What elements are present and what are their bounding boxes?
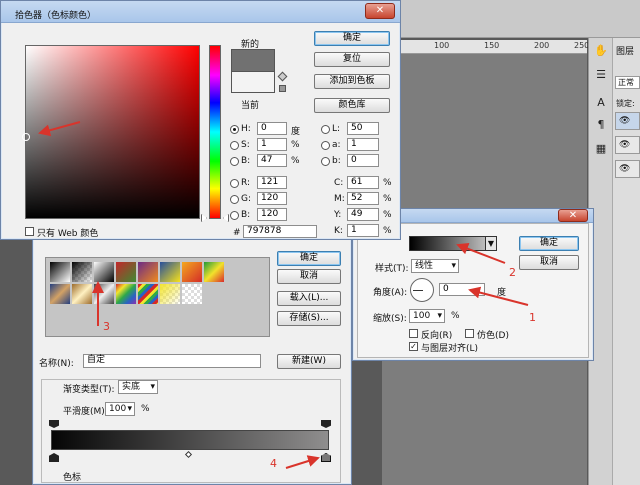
- arrow-1: [468, 286, 529, 306]
- annotation-number-4: 4: [270, 457, 277, 470]
- annotation-number-1: 1: [529, 311, 536, 324]
- annotation-number-2: 2: [509, 266, 516, 279]
- arrow-field: [38, 121, 81, 137]
- annotation-arrows: [38, 121, 529, 469]
- arrow-4: [285, 455, 320, 469]
- arrow-2: [456, 242, 506, 264]
- annotation-number-3: 3: [103, 320, 110, 333]
